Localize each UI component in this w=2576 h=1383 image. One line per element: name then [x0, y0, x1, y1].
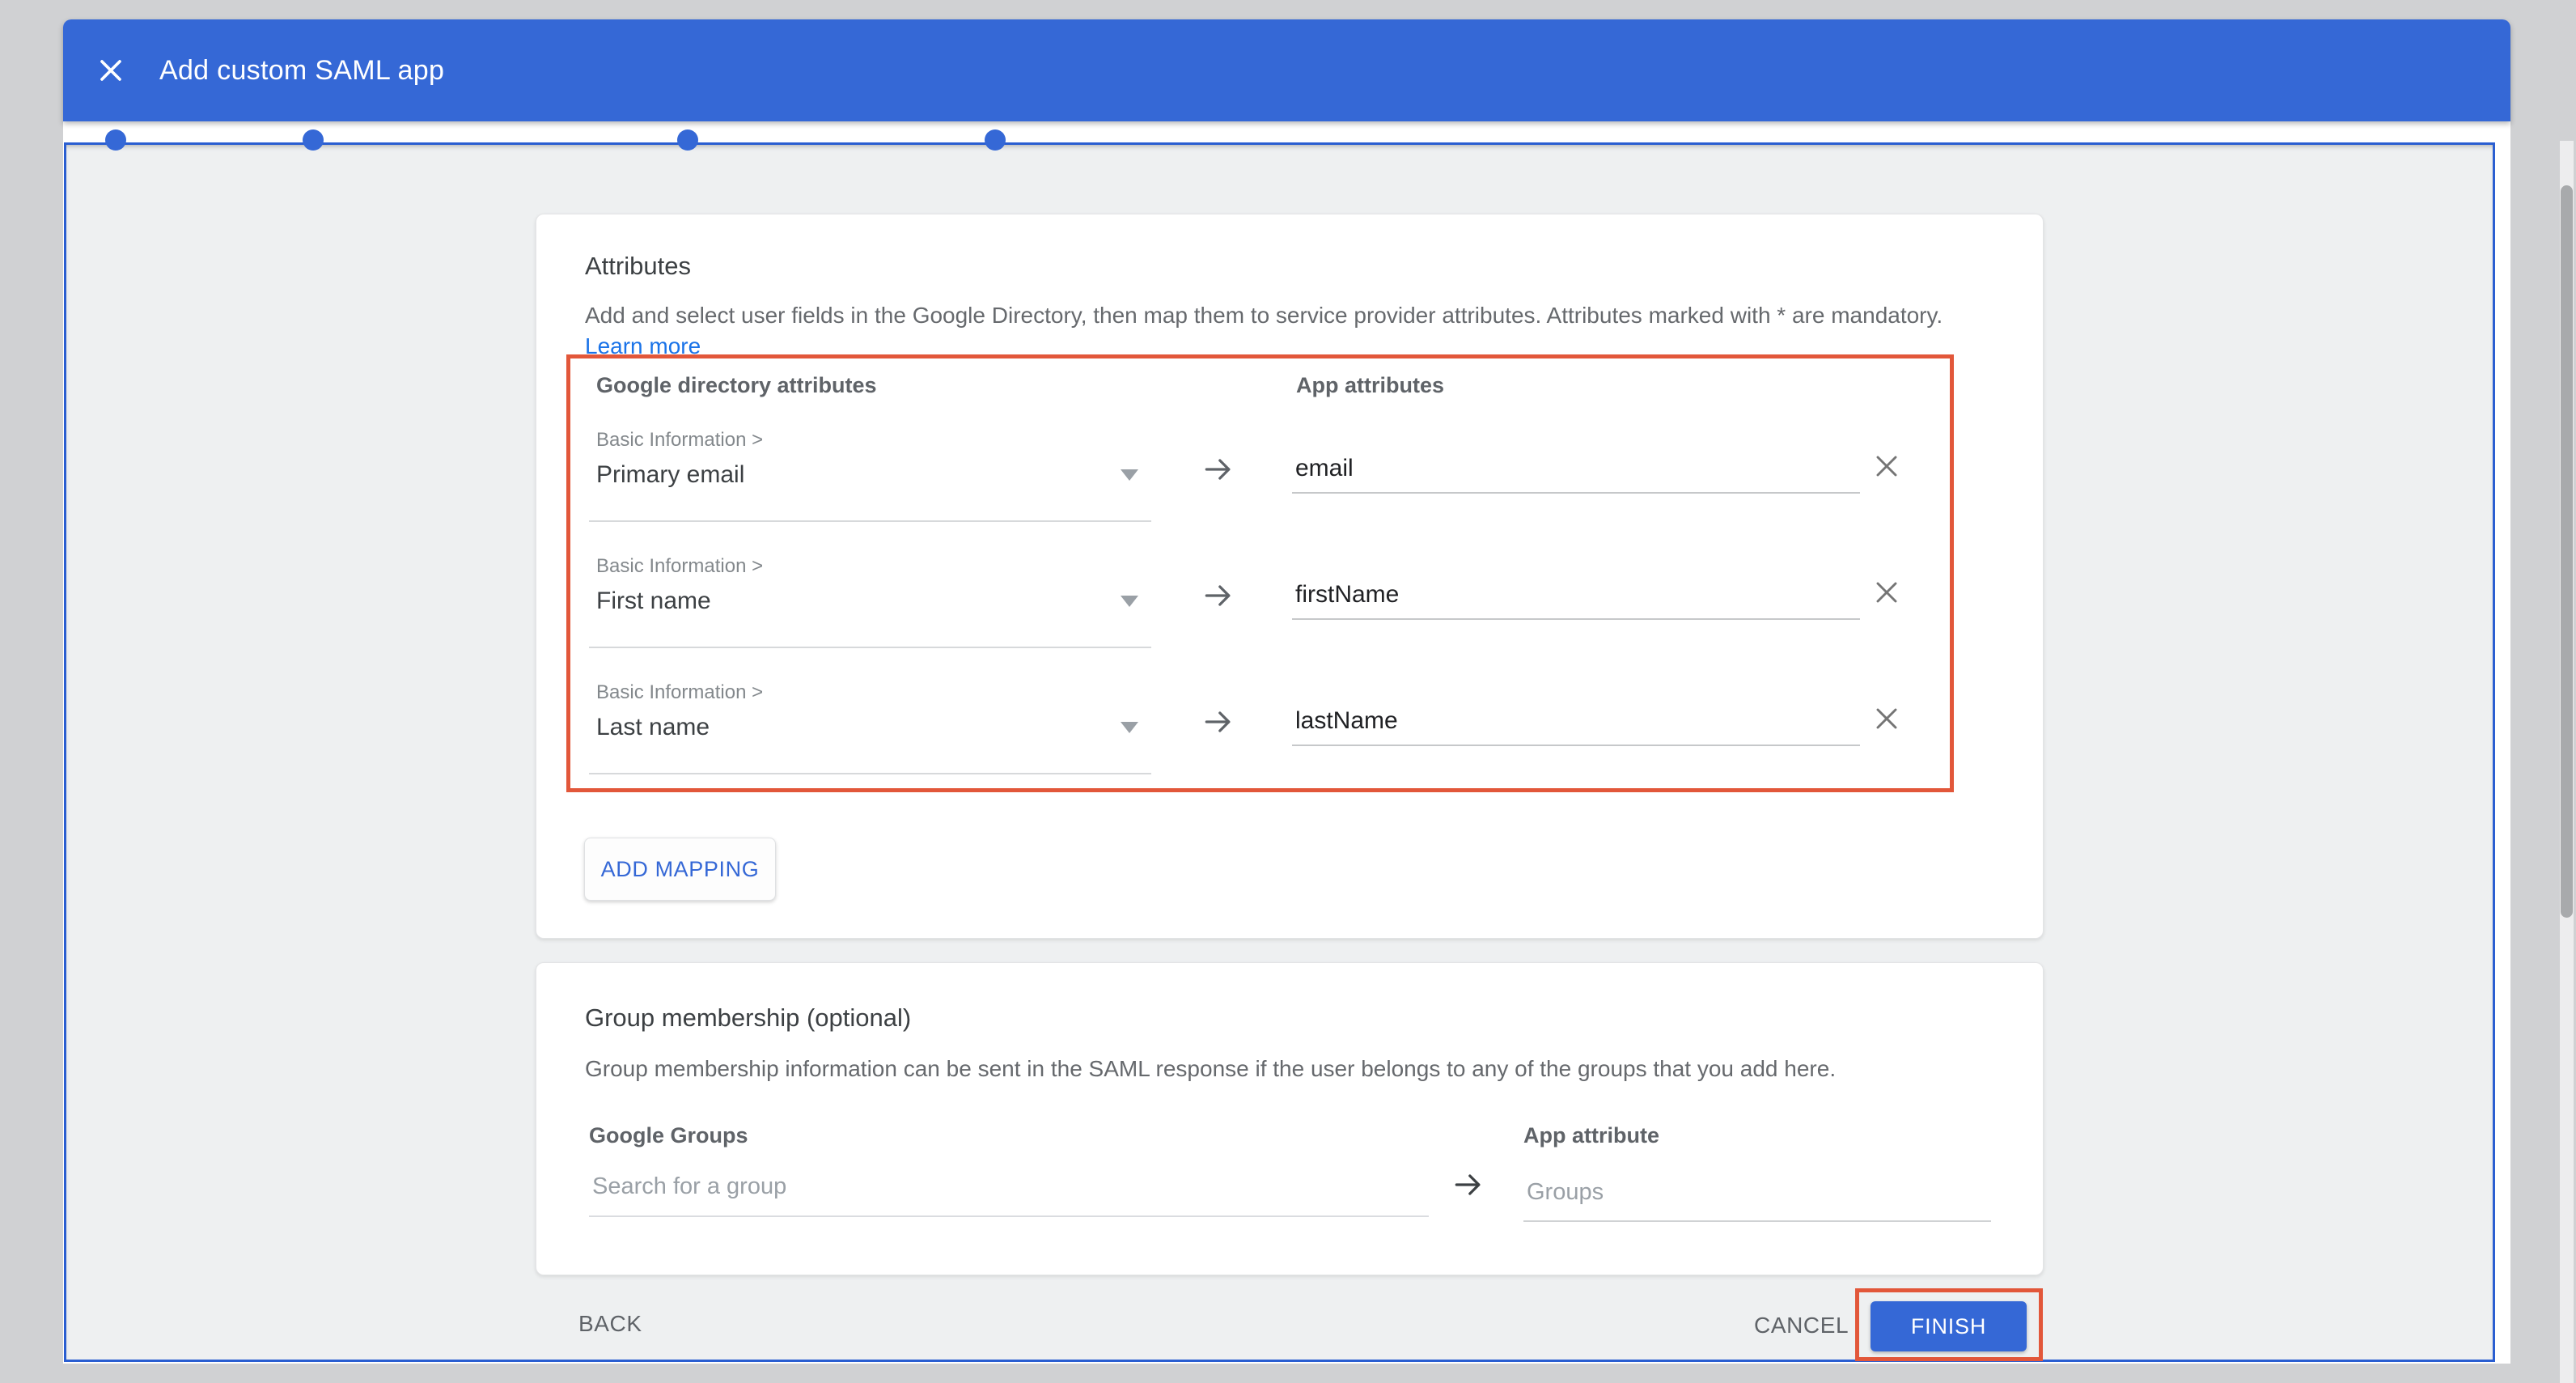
arrow-right-icon: [1201, 704, 1236, 740]
attributes-card-title: Attributes: [585, 252, 691, 281]
add-mapping-button[interactable]: ADD MAPPING: [584, 838, 776, 901]
chevron-down-icon: [1121, 596, 1138, 607]
directory-attribute-value: Primary email: [596, 461, 744, 489]
google-directory-attributes-header: Google directory attributes: [596, 373, 877, 398]
attribute-mapping-annotated-region: Google directory attributes App attribut…: [566, 354, 1954, 792]
attribute-mapping-row: Basic Information > Primary email: [570, 427, 1950, 554]
directory-attribute-select[interactable]: Basic Information > Primary email: [589, 427, 1151, 522]
google-groups-label: Google Groups: [589, 1123, 748, 1148]
attributes-card: Attributes Add and select user fields in…: [536, 214, 2044, 939]
directory-attribute-select[interactable]: Basic Information > First name: [589, 554, 1151, 648]
group-membership-description: Group membership information can be sent…: [585, 1054, 1994, 1084]
directory-attribute-select[interactable]: Basic Information > Last name: [589, 680, 1151, 774]
vertical-scrollbar[interactable]: [2560, 141, 2574, 1383]
stepper-dot: [677, 129, 698, 151]
stepper-dot: [985, 129, 1006, 151]
finish-button[interactable]: FINISH: [1871, 1301, 2027, 1351]
dialog-title: Add custom SAML app: [159, 19, 444, 121]
app-attribute-input[interactable]: [1292, 445, 1860, 494]
cancel-button[interactable]: CANCEL: [1754, 1313, 1849, 1338]
attributes-description-text: Add and select user fields in the Google…: [585, 303, 1943, 328]
finish-annotated-region: FINISH: [1855, 1288, 2043, 1361]
arrow-right-icon: [1451, 1167, 1486, 1203]
remove-mapping-icon[interactable]: [1869, 575, 1904, 610]
scrollbar-thumb[interactable]: [2561, 185, 2573, 918]
back-button[interactable]: BACK: [578, 1311, 642, 1337]
attributes-card-description: Add and select user fields in the Google…: [585, 300, 1994, 362]
app-attribute-input[interactable]: [1292, 698, 1860, 746]
directory-attribute-value: Last name: [596, 714, 710, 741]
stepper-dot: [303, 129, 324, 151]
directory-attribute-category: Basic Information >: [596, 555, 763, 578]
group-membership-title: Group membership (optional): [585, 1003, 911, 1033]
groups-app-attribute-input[interactable]: [1523, 1164, 1991, 1222]
arrow-right-icon: [1201, 578, 1236, 613]
remove-mapping-icon[interactable]: [1869, 448, 1904, 484]
remove-mapping-icon[interactable]: [1869, 701, 1904, 736]
directory-attribute-value: First name: [596, 588, 711, 615]
arrow-right-icon: [1201, 452, 1236, 487]
directory-attribute-category: Basic Information >: [596, 429, 763, 452]
attribute-mapping-row: Basic Information > Last name: [570, 680, 1950, 806]
app-attribute-label: App attribute: [1523, 1123, 1659, 1148]
app-attribute-input[interactable]: [1292, 571, 1860, 620]
wizard-step-content: Attributes Add and select user fields in…: [64, 142, 2495, 1362]
chevron-down-icon: [1121, 722, 1138, 733]
attribute-mapping-row: Basic Information > First name: [570, 554, 1950, 680]
directory-attribute-category: Basic Information >: [596, 681, 763, 704]
add-custom-saml-app-dialog: Add custom SAML app Attributes Add and s…: [63, 19, 2510, 1364]
group-search-input[interactable]: [589, 1157, 1429, 1217]
app-attributes-header: App attributes: [1296, 373, 1444, 398]
close-icon[interactable]: [93, 53, 129, 88]
stepper-dot: [105, 129, 126, 151]
group-membership-card: Group membership (optional) Group member…: [536, 962, 2044, 1275]
chevron-down-icon: [1121, 469, 1138, 481]
